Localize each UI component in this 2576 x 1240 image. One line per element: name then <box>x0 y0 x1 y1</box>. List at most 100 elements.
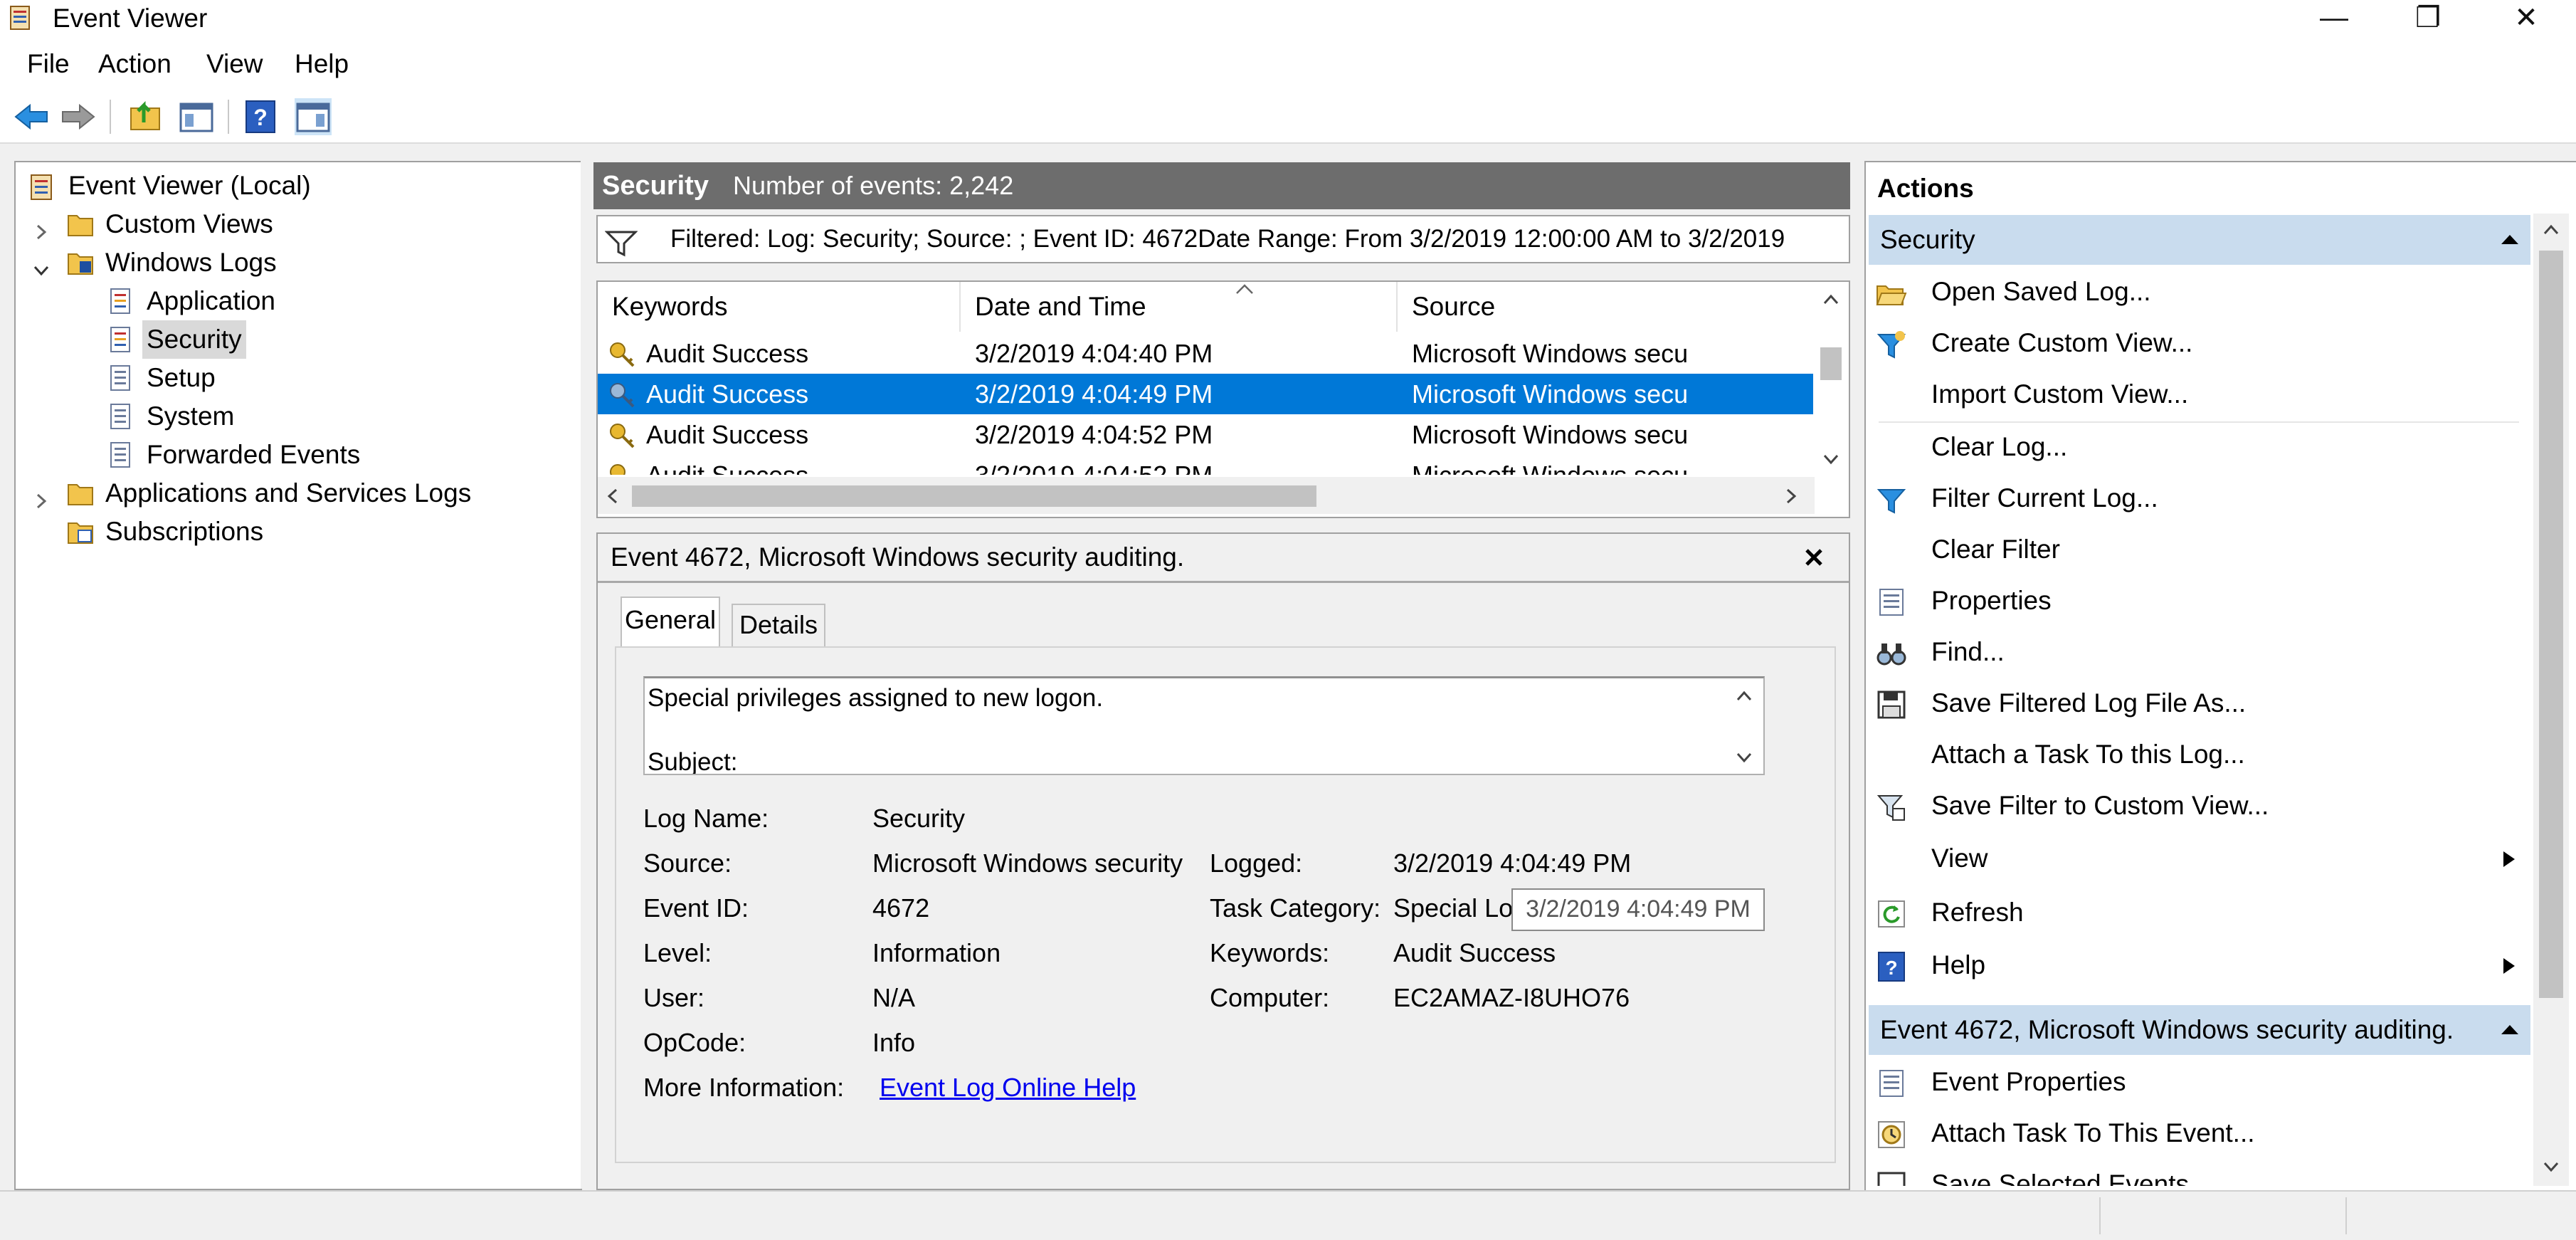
action-save-filter-to-custom-view[interactable]: Save Filter to Custom View... <box>1869 780 2529 831</box>
tree-label: Event Viewer (Local) <box>68 171 311 200</box>
action-event-properties[interactable]: Event Properties <box>1869 1056 2529 1108</box>
scroll-right-icon[interactable] <box>1783 487 1799 505</box>
column-header-date-and-time[interactable]: Date and Time <box>961 282 1398 332</box>
pane-splitter[interactable] <box>581 161 591 1189</box>
show-hide-console-tree-icon[interactable] <box>178 98 215 135</box>
action-import-custom-view[interactable]: Import Custom View... <box>1869 369 2529 420</box>
cell-date-time: 3/2/2019 4:04:52 PM <box>975 420 1213 449</box>
logged-label: Logged: <box>1210 848 1303 878</box>
event-description-box[interactable]: Special privileges assigned to new logon… <box>643 676 1765 775</box>
cell-source: Microsoft Windows secu <box>1412 339 1689 368</box>
chevron-right-icon[interactable] <box>31 222 51 242</box>
refresh-icon <box>1878 900 1905 928</box>
action-create-custom-view[interactable]: Create Custom View... <box>1869 317 2529 369</box>
event-log-online-help-link[interactable]: Event Log Online Help <box>880 1072 1136 1103</box>
up-folder-icon[interactable] <box>128 98 165 135</box>
help-icon[interactable]: ? <box>242 98 279 135</box>
log-icon <box>110 404 130 429</box>
folder-icon <box>68 484 93 505</box>
scroll-down-icon[interactable] <box>2542 1159 2560 1175</box>
action-attach-task-to-event[interactable]: Attach Task To This Event... <box>1869 1108 2529 1159</box>
scrollbar-thumb[interactable] <box>632 485 1316 507</box>
action-find[interactable]: Find... <box>1869 626 2529 678</box>
scroll-down-icon[interactable] <box>1735 750 1753 765</box>
scroll-down-icon[interactable] <box>1822 451 1840 467</box>
logged-value: 3/2/2019 4:04:49 PM <box>1393 848 1632 878</box>
table-row[interactable]: Audit Success 3/2/2019 4:04:52 PM Micros… <box>598 414 1813 455</box>
show-hide-action-pane-icon[interactable] <box>295 98 332 135</box>
event-id-label: Event ID: <box>643 893 749 923</box>
action-save-filtered-log-file-as[interactable]: Save Filtered Log File As... <box>1869 678 2529 729</box>
task-category-value: Special Lo <box>1393 893 1514 923</box>
tab-general[interactable]: General <box>621 597 720 648</box>
action-refresh[interactable]: Refresh <box>1869 887 2529 938</box>
log-name: Security <box>602 171 709 201</box>
log-header: Security Number of events: 2,242 <box>593 162 1850 209</box>
tree-label: Security <box>142 320 246 359</box>
log-name-label: Log Name: <box>643 804 769 833</box>
key-icon <box>610 424 635 448</box>
chevron-right-icon[interactable] <box>31 491 51 511</box>
minimize-button[interactable]: — <box>2284 0 2384 36</box>
action-properties[interactable]: Properties <box>1869 575 2529 626</box>
chevron-down-icon[interactable] <box>31 261 51 280</box>
help-icon: ? <box>1878 952 1905 982</box>
action-save-selected-events[interactable]: Save Selected Events... <box>1869 1159 2529 1186</box>
table-row[interactable]: Audit Success 3/2/2019 4:04:40 PM Micros… <box>598 333 1813 374</box>
key-icon <box>610 342 635 367</box>
scroll-up-icon[interactable] <box>1822 292 1840 308</box>
menu-file[interactable]: File <box>27 48 70 80</box>
user-label: User: <box>643 983 705 1012</box>
action-view[interactable]: View <box>1869 833 2529 884</box>
event-viewer-app-icon <box>10 6 30 30</box>
menu-view[interactable]: View <box>206 48 263 80</box>
back-arrow-icon[interactable] <box>13 98 50 135</box>
svg-text:?: ? <box>253 105 268 130</box>
level-value: Information <box>872 938 1001 967</box>
menu-help[interactable]: Help <box>295 48 349 80</box>
action-label: Create Custom View... <box>1931 328 2193 357</box>
svg-text:?: ? <box>1885 957 1897 979</box>
user-value: N/A <box>872 983 916 1012</box>
action-clear-filter[interactable]: Clear Filter <box>1869 524 2529 575</box>
filter-description: Filtered: Log: Security; Source: ; Event… <box>670 225 1785 253</box>
collapse-up-icon[interactable] <box>2499 232 2520 246</box>
action-open-saved-log[interactable]: Open Saved Log... <box>1869 266 2529 317</box>
column-header-source[interactable]: Source <box>1398 282 1813 332</box>
log-name-value: Security <box>872 804 966 833</box>
window-title: Event Viewer <box>53 4 208 33</box>
action-label: Save Filter to Custom View... <box>1931 791 2269 820</box>
collapse-up-icon[interactable] <box>2499 1022 2520 1036</box>
action-label: Help <box>1931 950 1986 979</box>
close-button[interactable]: ✕ <box>2476 0 2576 36</box>
close-icon[interactable] <box>1803 547 1825 568</box>
properties-icon <box>1879 589 1904 616</box>
scrollbar-thumb[interactable] <box>2539 251 2563 998</box>
action-help[interactable]: ? Help <box>1869 940 2529 991</box>
events-table: Keywords Date and Time Source Audit Succ… <box>596 280 1850 518</box>
action-attach-task-to-log[interactable]: Attach a Task To this Log... <box>1869 729 2529 780</box>
column-header-keywords[interactable]: Keywords <box>598 282 961 332</box>
more-information-label: More Information: <box>643 1073 845 1102</box>
actions-section-security[interactable]: Security <box>1869 215 2530 265</box>
forward-arrow-icon[interactable] <box>60 98 97 135</box>
menu-action[interactable]: Action <box>98 48 171 80</box>
actions-section-event[interactable]: Event 4672, Microsoft Windows security a… <box>1869 1005 2530 1055</box>
event-id-value: 4672 <box>872 893 930 923</box>
scrollbar-thumb[interactable] <box>1820 347 1842 380</box>
actions-scrollbar[interactable] <box>2533 214 2569 1186</box>
filter-bar: Filtered: Log: Security; Source: ; Event… <box>596 215 1850 263</box>
detail-title: Event 4672, Microsoft Windows security a… <box>611 542 1185 572</box>
table-row-selected[interactable]: Audit Success 3/2/2019 4:04:49 PM Micros… <box>598 374 1813 414</box>
task-clock-icon <box>1878 1121 1905 1148</box>
action-filter-current-log[interactable]: Filter Current Log... <box>1869 473 2529 524</box>
scroll-up-icon[interactable] <box>2542 222 2560 238</box>
table-row-partial[interactable]: Audit Success 3/2/2019 4:04:52 PM Micros… <box>598 455 1813 475</box>
horizontal-scrollbar[interactable] <box>598 477 1815 514</box>
scroll-left-icon[interactable] <box>605 487 621 505</box>
action-clear-log[interactable]: Clear Log... <box>1869 421 2529 473</box>
tab-details[interactable]: Details <box>732 604 825 646</box>
restore-button[interactable]: ❐ <box>2378 0 2478 36</box>
scroll-up-icon[interactable] <box>1735 688 1753 704</box>
vertical-scrollbar[interactable] <box>1815 282 1847 477</box>
